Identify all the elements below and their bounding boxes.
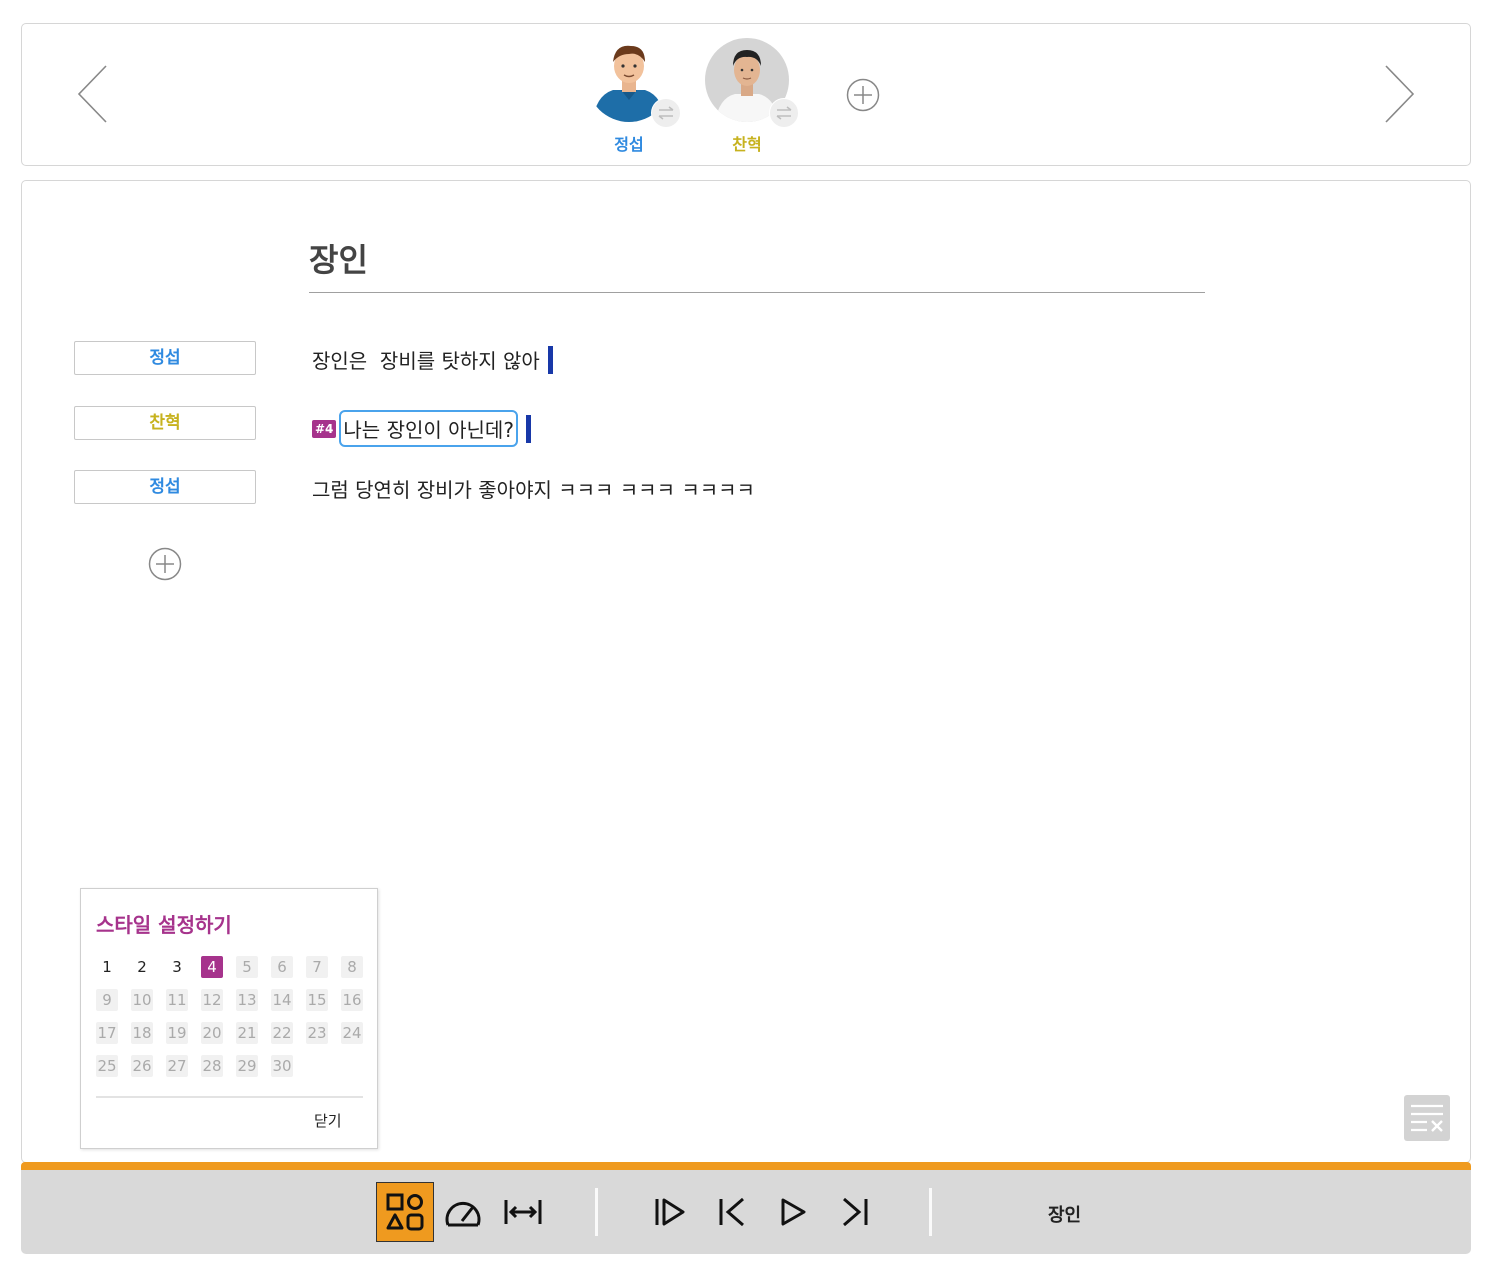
style-number-12[interactable]: 12 bbox=[201, 989, 223, 1011]
text-caret bbox=[547, 345, 553, 374]
title-divider bbox=[309, 292, 1205, 293]
line-text: 장인은 장비를 탓하지 않아 bbox=[312, 349, 540, 373]
style-number-14[interactable]: 14 bbox=[271, 989, 293, 1011]
style-number-25[interactable]: 25 bbox=[96, 1055, 118, 1077]
playback-toolbar: 장인 bbox=[21, 1170, 1471, 1254]
style-number-6[interactable]: 6 bbox=[271, 956, 293, 978]
speed-gauge-icon[interactable] bbox=[434, 1182, 492, 1242]
style-number-19[interactable]: 19 bbox=[166, 1022, 188, 1044]
prev-arrow-icon[interactable] bbox=[76, 64, 110, 124]
style-number-13[interactable]: 13 bbox=[236, 989, 258, 1011]
line-text-field[interactable]: #4 나는 장인이 아닌데? bbox=[312, 410, 531, 447]
style-number-7[interactable]: 7 bbox=[306, 956, 328, 978]
avatar bbox=[587, 38, 681, 128]
style-number-28[interactable]: 28 bbox=[201, 1055, 223, 1077]
style-number-30[interactable]: 30 bbox=[271, 1055, 293, 1077]
character-card-jeongseop[interactable]: 정섭 bbox=[579, 38, 681, 155]
script-editor: 장인 정섭 장인은 장비를 탓하지 않아 찬혁 #4 나는 장인이 아닌데? 정섭… bbox=[21, 180, 1471, 1163]
style-number-3[interactable]: 3 bbox=[166, 956, 188, 978]
style-number-22[interactable]: 22 bbox=[271, 1022, 293, 1044]
style-number-2[interactable]: 2 bbox=[131, 956, 153, 978]
swap-icon[interactable] bbox=[651, 98, 681, 128]
current-scene-title: 장인 bbox=[1048, 1205, 1082, 1226]
style-number-16[interactable]: 16 bbox=[341, 989, 363, 1011]
avatar bbox=[705, 38, 799, 128]
line-text: 그럼 당연히 장비가 좋아야지 ㅋㅋㅋ ㅋㅋㅋ ㅋㅋㅋㅋ bbox=[312, 478, 755, 502]
toolbar-divider bbox=[929, 1188, 932, 1236]
play-icon[interactable] bbox=[764, 1182, 822, 1242]
style-number-10[interactable]: 10 bbox=[131, 989, 153, 1011]
style-number-4[interactable]: 4 bbox=[201, 956, 223, 978]
style-number-20[interactable]: 20 bbox=[201, 1022, 223, 1044]
style-number-29[interactable]: 29 bbox=[236, 1055, 258, 1077]
style-number-8[interactable]: 8 bbox=[341, 956, 363, 978]
style-number-27[interactable]: 27 bbox=[166, 1055, 188, 1077]
swap-icon[interactable] bbox=[769, 98, 799, 128]
style-tag-badge[interactable]: #4 bbox=[312, 419, 337, 438]
style-number-26[interactable]: 26 bbox=[131, 1055, 153, 1077]
speaker-button[interactable]: 찬혁 bbox=[74, 406, 256, 440]
character-card-chanhyeok[interactable]: 찬혁 bbox=[697, 38, 799, 155]
skip-next-icon[interactable] bbox=[826, 1182, 884, 1242]
style-number-9[interactable]: 9 bbox=[96, 989, 118, 1011]
script-line: 정섭 장인은 장비를 탓하지 않아 bbox=[74, 341, 1174, 377]
text-caret bbox=[525, 414, 531, 443]
line-text-field[interactable]: 장인은 장비를 탓하지 않아 bbox=[312, 345, 553, 374]
style-number-17[interactable]: 17 bbox=[96, 1022, 118, 1044]
style-number-23[interactable]: 23 bbox=[306, 1022, 328, 1044]
add-character-icon[interactable] bbox=[846, 78, 880, 112]
style-number-24[interactable]: 24 bbox=[341, 1022, 363, 1044]
script-line: 찬혁 #4 나는 장인이 아닌데? bbox=[74, 406, 1174, 447]
clear-format-icon[interactable] bbox=[1404, 1095, 1450, 1141]
shapes-icon[interactable] bbox=[376, 1182, 434, 1242]
character-name: 찬혁 bbox=[732, 135, 762, 154]
add-line-icon[interactable] bbox=[148, 547, 182, 581]
next-arrow-icon[interactable] bbox=[1382, 64, 1416, 124]
style-number-11[interactable]: 11 bbox=[166, 989, 188, 1011]
popup-divider bbox=[96, 1096, 363, 1098]
skip-previous-icon[interactable] bbox=[703, 1182, 761, 1242]
progress-accent-bar bbox=[21, 1162, 1471, 1170]
style-settings-popup: 스타일 설정하기 1 2 3 4 5 6 7 8 9 10 11 12 13 14 15 16 17 18 19 20… bbox=[80, 888, 378, 1149]
character-name: 정섭 bbox=[614, 135, 644, 154]
toolbar-divider bbox=[595, 1188, 598, 1236]
page-title: 장인 bbox=[309, 241, 368, 279]
speaker-button[interactable]: 정섭 bbox=[74, 470, 256, 504]
style-number-15[interactable]: 15 bbox=[306, 989, 328, 1011]
line-text-field[interactable]: 그럼 당연히 장비가 좋아야지 ㅋㅋㅋ ㅋㅋㅋ ㅋㅋㅋㅋ bbox=[312, 474, 755, 503]
style-number-5[interactable]: 5 bbox=[236, 956, 258, 978]
style-number-21[interactable]: 21 bbox=[236, 1022, 258, 1044]
script-line: 정섭 그럼 당연히 장비가 좋아야지 ㅋㅋㅋ ㅋㅋㅋ ㅋㅋㅋㅋ bbox=[74, 470, 1174, 506]
style-number-1[interactable]: 1 bbox=[96, 956, 118, 978]
play-from-start-icon[interactable] bbox=[641, 1182, 699, 1242]
style-number-18[interactable]: 18 bbox=[131, 1022, 153, 1044]
close-button[interactable]: 닫기 bbox=[314, 1110, 342, 1131]
popup-title: 스타일 설정하기 bbox=[96, 913, 232, 937]
character-strip: 정섭 찬혁 bbox=[21, 23, 1471, 166]
selected-text[interactable]: 나는 장인이 아닌데? bbox=[339, 410, 518, 447]
fit-width-icon[interactable] bbox=[494, 1182, 552, 1242]
speaker-button[interactable]: 정섭 bbox=[74, 341, 256, 375]
